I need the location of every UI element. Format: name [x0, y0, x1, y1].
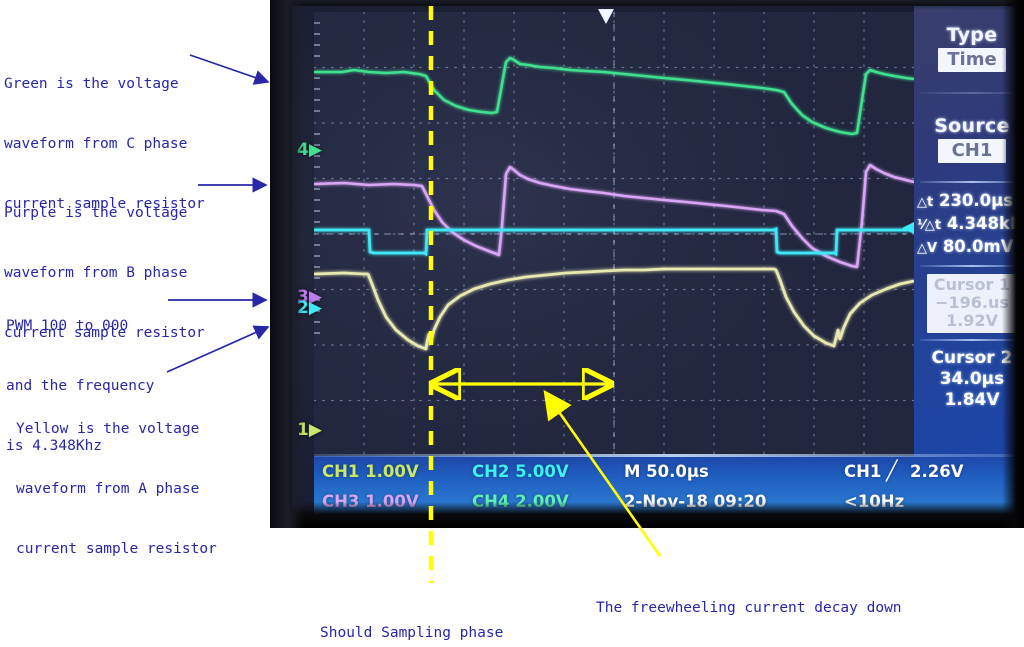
status-timebase: M 50.0µs — [624, 462, 709, 481]
scope-lcd: 4▶ 3▶ 2▶ 1▶ Type Time Source CH1 △t 230.… — [292, 6, 1024, 528]
delta-v-symbol: △V — [917, 241, 938, 256]
menu-type-label: Type — [946, 24, 998, 46]
measurement-frequency: ¹⁄△t 4.348kHz — [914, 213, 1024, 236]
status-trigger-source: CH1 — [844, 462, 882, 481]
channel-marker-1[interactable]: 1▶ — [297, 420, 322, 440]
scope-status-bar: CH1 1.00V CH2 5.00V M 50.0µs CH1 ╱ 2.26V… — [314, 454, 1024, 528]
delta-t-symbol: △t — [917, 195, 934, 210]
frequency-value: 4.348kHz — [946, 214, 1024, 233]
menu-divider — [920, 92, 1024, 94]
annotation-sampling-note: Should Sampling phase current in this mo… — [320, 583, 521, 647]
annotation-line: Should Sampling phase — [320, 625, 504, 641]
cursor1-time: −196.us — [935, 293, 1009, 312]
delta-v-value: 80.0mV — [942, 237, 1014, 256]
menu-source-value[interactable]: CH1 — [938, 139, 1006, 163]
status-datetime: 2-Nov-18 09:20 — [624, 492, 767, 511]
status-ch2-scale: CH2 5.00V — [472, 462, 569, 481]
scope-graticule — [314, 12, 914, 456]
status-ch4-scale: CH4 2.00V — [472, 492, 569, 511]
arrow-green-note — [189, 54, 270, 85]
status-ch1-scale: CH1 1.00V — [322, 462, 419, 481]
inv-delta-t-symbol: ¹⁄△t — [917, 218, 942, 233]
trigger-position-marker[interactable] — [595, 8, 617, 26]
screenshot-root: Green is the voltage waveform from C pha… — [0, 0, 1024, 647]
cursor1-label: Cursor 1 — [933, 275, 1011, 294]
measurement-delta-v: △V 80.0mV — [914, 236, 1024, 259]
arrow-yellow-note — [166, 325, 270, 373]
channel-marker-2[interactable]: 2▶ — [297, 298, 322, 318]
menu-divider-2 — [920, 181, 1024, 183]
menu-divider-4 — [920, 339, 1024, 341]
cursor2-label: Cursor 2 — [931, 348, 1013, 368]
cursor1-readout[interactable]: Cursor 1 −196.us 1.92V — [927, 274, 1017, 333]
measurement-delta-t: △t 230.0µs — [914, 190, 1024, 213]
cursor2-readout[interactable]: Cursor 2 34.0µs 1.84V — [914, 348, 1024, 411]
status-ch3-scale: CH3 1.00V — [322, 492, 419, 511]
annotation-freewheel-note: The freewheeling current decay down to z… — [596, 558, 945, 647]
scope-side-menu: Type Time Source CH1 △t 230.0µs ¹⁄△t 4.3… — [914, 6, 1024, 456]
menu-source-label: Source — [934, 115, 1010, 137]
trigger-slope-icon: ╱ — [886, 460, 898, 482]
cursor2-volt: 1.84V — [944, 390, 1000, 410]
menu-type-value[interactable]: Time — [938, 48, 1006, 72]
channel-marker-4[interactable]: 4▶ — [297, 140, 322, 160]
status-trigger-freq: <10Hz — [844, 492, 905, 511]
annotation-line: The freewheeling current decay down — [596, 600, 902, 616]
annotation-line: current sample resistor — [16, 541, 217, 557]
oscilloscope-photo: 4▶ 3▶ 2▶ 1▶ Type Time Source CH1 △t 230.… — [270, 0, 1024, 528]
waveform-canvas — [314, 12, 914, 456]
annotation-arrows — [166, 54, 270, 373]
status-trigger-level: 2.26V — [910, 462, 964, 481]
delta-t-value: 230.0µs — [938, 191, 1014, 210]
cursor2-time: 34.0µs — [939, 369, 1005, 389]
annotation-line: waveform from A phase — [16, 481, 200, 497]
menu-divider-3 — [920, 265, 1024, 267]
cursor1-volt: 1.92V — [946, 311, 998, 330]
